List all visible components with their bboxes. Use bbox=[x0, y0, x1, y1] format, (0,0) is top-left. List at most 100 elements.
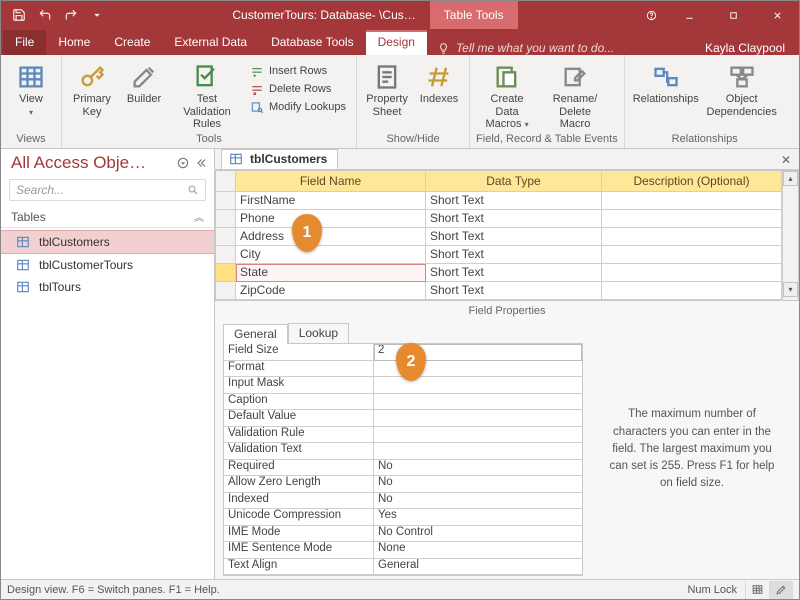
scroll-down-icon[interactable]: ▾ bbox=[783, 282, 798, 297]
property-value[interactable]: Yes bbox=[374, 509, 582, 526]
redo-icon[interactable] bbox=[59, 3, 83, 27]
nav-pane-title[interactable]: All Access Obje… bbox=[11, 153, 146, 173]
row-selector[interactable] bbox=[216, 264, 236, 282]
field-name-cell[interactable]: Phone bbox=[236, 210, 426, 228]
description-cell[interactable] bbox=[602, 282, 782, 300]
nav-category-tables[interactable]: Tables ︽ bbox=[1, 207, 214, 228]
field-name-cell[interactable]: State bbox=[236, 264, 426, 282]
property-row[interactable]: IndexedNo bbox=[224, 493, 582, 510]
row-selector[interactable] bbox=[216, 228, 236, 246]
property-row[interactable]: RequiredNo bbox=[224, 460, 582, 477]
tab-create[interactable]: Create bbox=[102, 30, 162, 55]
description-cell[interactable] bbox=[602, 264, 782, 282]
field-row[interactable]: StateShort Text bbox=[216, 264, 798, 282]
row-selector[interactable] bbox=[216, 282, 236, 300]
property-row[interactable]: Validation Rule bbox=[224, 427, 582, 444]
row-selector[interactable] bbox=[216, 192, 236, 210]
create-data-macros-button[interactable]: Create Data Macros ▾ bbox=[476, 61, 538, 131]
rename-delete-macro-button[interactable]: Rename/ Delete Macro bbox=[542, 61, 608, 131]
tab-external-data[interactable]: External Data bbox=[162, 30, 259, 55]
tab-file[interactable]: File bbox=[3, 30, 46, 55]
description-cell[interactable] bbox=[602, 246, 782, 264]
field-row[interactable]: ZipCodeShort Text ▾ bbox=[216, 282, 798, 300]
ribbon: View▾ Views Primary Key Builder Test Val… bbox=[1, 55, 799, 149]
property-row[interactable]: Validation Text bbox=[224, 443, 582, 460]
description-cell[interactable] bbox=[602, 228, 782, 246]
nav-table-item[interactable]: tblCustomers bbox=[1, 230, 214, 254]
property-row[interactable]: Default Value bbox=[224, 410, 582, 427]
property-value[interactable]: No bbox=[374, 476, 582, 493]
rename-macro-icon bbox=[561, 63, 589, 91]
nav-dropdown-icon[interactable] bbox=[176, 156, 190, 170]
property-value[interactable]: None bbox=[374, 542, 582, 559]
undo-icon[interactable] bbox=[33, 3, 57, 27]
tab-home[interactable]: Home bbox=[46, 30, 102, 55]
property-value[interactable] bbox=[374, 394, 582, 411]
property-row[interactable]: Input Mask bbox=[224, 377, 582, 394]
property-value[interactable]: No bbox=[374, 460, 582, 477]
help-icon[interactable] bbox=[635, 1, 667, 29]
maximize-button[interactable] bbox=[711, 1, 755, 29]
property-value[interactable]: No Control bbox=[374, 526, 582, 543]
document-tab[interactable]: tblCustomers bbox=[221, 149, 338, 169]
property-row[interactable]: Allow Zero LengthNo bbox=[224, 476, 582, 493]
field-name-cell[interactable]: City bbox=[236, 246, 426, 264]
view-button[interactable]: View▾ bbox=[7, 61, 55, 118]
col-data-type[interactable]: Data Type bbox=[426, 171, 602, 192]
prop-tab-lookup[interactable]: Lookup bbox=[288, 323, 349, 343]
nav-search-input[interactable]: Search... bbox=[9, 179, 206, 201]
field-name-cell[interactable]: Address bbox=[236, 228, 426, 246]
tell-me-search[interactable]: Tell me what you want to do... bbox=[427, 41, 691, 55]
description-cell[interactable] bbox=[602, 210, 782, 228]
data-type-cell[interactable]: Short Text bbox=[426, 246, 602, 264]
scroll-up-icon[interactable]: ▴ bbox=[783, 171, 798, 186]
close-document-icon[interactable]: ✕ bbox=[773, 151, 799, 169]
data-type-cell[interactable]: Short Text bbox=[426, 282, 602, 300]
delete-rows-button[interactable]: Delete Rows bbox=[246, 81, 350, 97]
data-type-cell[interactable]: Short Text bbox=[426, 210, 602, 228]
property-row[interactable]: IME Sentence ModeNone bbox=[224, 542, 582, 559]
relationships-button[interactable]: Relationships bbox=[631, 61, 701, 106]
builder-button[interactable]: Builder bbox=[120, 61, 168, 106]
close-button[interactable] bbox=[755, 1, 799, 29]
qat-customize-icon[interactable] bbox=[85, 3, 109, 27]
prop-tab-general[interactable]: General bbox=[223, 324, 288, 344]
modify-lookups-button[interactable]: Modify Lookups bbox=[246, 99, 350, 115]
property-row[interactable]: IME ModeNo Control bbox=[224, 526, 582, 543]
property-row[interactable]: Unicode CompressionYes bbox=[224, 509, 582, 526]
primary-key-button[interactable]: Primary Key bbox=[68, 61, 116, 118]
tab-design[interactable]: Design bbox=[366, 30, 427, 55]
data-type-cell[interactable]: Short Text bbox=[426, 264, 602, 282]
field-name-cell[interactable]: ZipCode bbox=[236, 282, 426, 300]
save-icon[interactable] bbox=[7, 3, 31, 27]
col-field-name[interactable]: Field Name bbox=[236, 171, 426, 192]
data-type-cell[interactable]: Short Text bbox=[426, 228, 602, 246]
property-value[interactable]: General bbox=[374, 559, 582, 576]
description-cell[interactable] bbox=[602, 192, 782, 210]
field-row[interactable]: FirstNameShort Text bbox=[216, 192, 798, 210]
indexes-button[interactable]: Indexes bbox=[415, 61, 463, 106]
nav-table-item[interactable]: tblCustomerTours bbox=[1, 254, 214, 276]
signed-in-user[interactable]: Kayla Claypool bbox=[691, 41, 799, 55]
col-description[interactable]: Description (Optional) bbox=[602, 171, 782, 192]
property-value[interactable] bbox=[374, 443, 582, 460]
nav-collapse-icon[interactable] bbox=[194, 156, 208, 170]
data-type-cell[interactable]: Short Text bbox=[426, 192, 602, 210]
test-validation-rules-button[interactable]: Test Validation Rules bbox=[172, 61, 242, 131]
object-dependencies-button[interactable]: Object Dependencies bbox=[705, 61, 779, 118]
property-value[interactable] bbox=[374, 427, 582, 444]
field-name-cell[interactable]: FirstName bbox=[236, 192, 426, 210]
property-row[interactable]: Caption bbox=[224, 394, 582, 411]
row-selector[interactable] bbox=[216, 210, 236, 228]
tab-database-tools[interactable]: Database Tools bbox=[259, 30, 366, 55]
nav-table-item[interactable]: tblTours bbox=[1, 276, 214, 298]
property-value[interactable] bbox=[374, 410, 582, 427]
property-value[interactable]: No bbox=[374, 493, 582, 510]
insert-rows-button[interactable]: Insert Rows bbox=[246, 63, 350, 79]
datasheet-view-icon[interactable] bbox=[745, 581, 769, 599]
property-row[interactable]: Text AlignGeneral bbox=[224, 559, 582, 576]
design-view-icon[interactable] bbox=[769, 581, 793, 599]
row-selector[interactable] bbox=[216, 246, 236, 264]
property-sheet-button[interactable]: Property Sheet bbox=[363, 61, 411, 118]
minimize-button[interactable] bbox=[667, 1, 711, 29]
